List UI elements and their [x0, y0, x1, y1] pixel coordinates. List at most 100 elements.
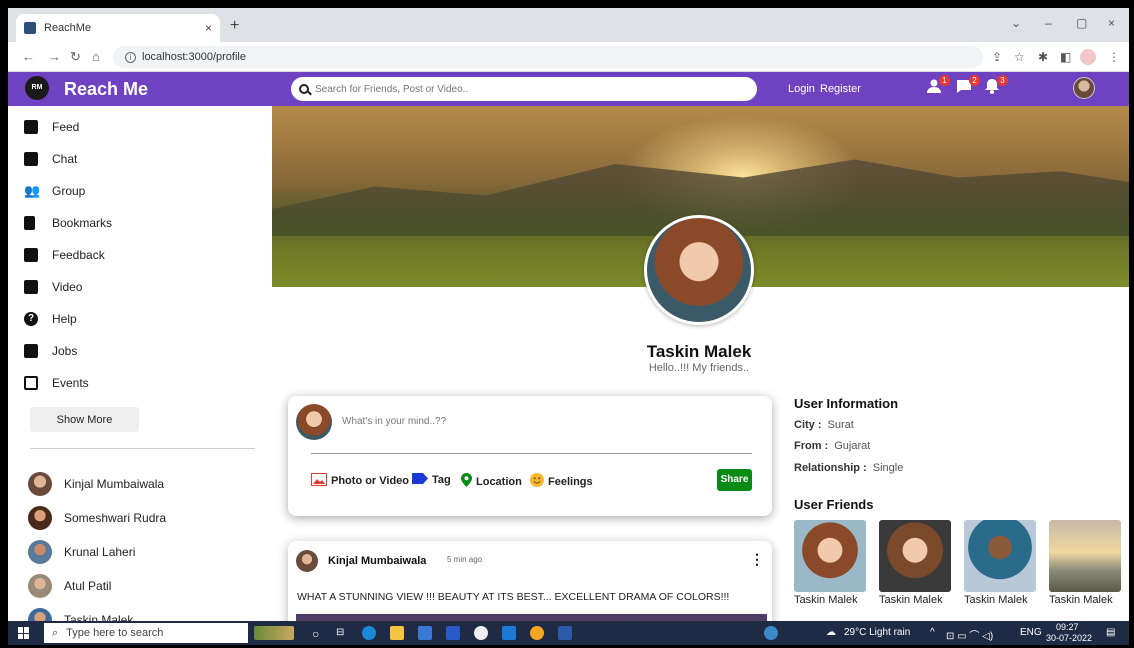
sidebar-item-label: Events [52, 376, 89, 390]
briefcase-icon [24, 344, 38, 358]
login-link[interactable]: Login [788, 83, 815, 95]
edge-icon[interactable] [362, 626, 376, 640]
profile-picture[interactable] [644, 215, 754, 325]
post-username[interactable]: Kinjal Mumbaiwala [328, 555, 426, 567]
clock-time[interactable]: 09:27 [1056, 622, 1079, 632]
friend-list-item[interactable]: Atul Patil [28, 574, 111, 598]
user-info-relationship: Relationship : Single [794, 462, 903, 474]
sidebar-item-help[interactable]: ? Help [24, 312, 77, 326]
news-widget-icon[interactable] [254, 626, 294, 640]
vscode-icon[interactable] [502, 626, 516, 640]
register-link[interactable]: Register [820, 83, 861, 95]
sidebar-item-feed[interactable]: Feed [24, 120, 79, 134]
feedback-icon [24, 248, 38, 262]
search-bar[interactable] [291, 77, 757, 101]
share-button[interactable]: Share [717, 469, 752, 491]
sidebar: Feed Chat 👥 Group Bookmarks Feedback Vid… [8, 106, 270, 621]
share-icon[interactable]: ⇪ [992, 50, 1002, 64]
profile-name: Taskin Malek [646, 342, 752, 361]
windows-start-icon[interactable] [18, 627, 30, 639]
window-maximize-button[interactable]: ▢ [1076, 16, 1087, 30]
help-icon: ? [24, 312, 38, 326]
friend-avatar [28, 540, 52, 564]
star-icon[interactable]: ☆ [1014, 50, 1025, 64]
tab-search-icon[interactable]: ⌄ [1011, 16, 1021, 30]
friend-list-item[interactable]: Kinjal Mumbaiwala [28, 472, 164, 496]
taskbar-search[interactable]: ⌕ Type here to search [44, 623, 248, 643]
tab-close-icon[interactable]: × [205, 21, 212, 35]
messages-badge: 2 [969, 75, 980, 86]
friend-request-icon[interactable]: 1 [926, 75, 950, 98]
reload-icon[interactable]: ↻ [70, 49, 81, 65]
post-text: WHAT A STUNNING VIEW !!! BEAUTY AT ITS B… [297, 591, 730, 603]
weather-text[interactable]: 29°C Light rain [844, 627, 910, 638]
sidebar-item-feedback[interactable]: Feedback [24, 248, 105, 262]
sidebar-item-chat[interactable]: Chat [24, 152, 77, 166]
show-more-button[interactable]: Show More [30, 407, 139, 432]
photo-video-option[interactable]: Photo or Video [311, 473, 409, 489]
user-friend-photo [879, 520, 951, 592]
notifications-badge: 3 [997, 75, 1008, 86]
share-input[interactable]: What's in your mind..?? [342, 416, 446, 427]
browser-tab[interactable]: ReachMe × [16, 14, 220, 42]
mail-icon[interactable] [418, 626, 432, 640]
location-option[interactable]: Location [461, 473, 522, 490]
messages-icon[interactable]: 2 [956, 75, 980, 98]
user-avatar[interactable] [1073, 77, 1095, 99]
search-input[interactable] [315, 83, 735, 95]
home-icon[interactable]: ⌂ [92, 49, 100, 64]
user-friend-card[interactable]: Taskin Malek [879, 520, 951, 606]
info-key: Relationship : [794, 462, 867, 474]
new-tab-button[interactable]: + [230, 17, 239, 35]
post-image[interactable] [296, 614, 767, 621]
info-key: City : [794, 419, 822, 431]
clock-date[interactable]: 30-07-2022 [1046, 633, 1092, 643]
friend-list-item[interactable]: Krunal Laheri [28, 540, 135, 564]
sidebar-item-events[interactable]: Events [24, 376, 89, 390]
notification-center-icon[interactable]: ▤ [1106, 627, 1115, 638]
profile-main: Taskin Malek Hello..!!! My friends.. Wha… [272, 106, 1129, 621]
file-explorer-icon[interactable] [390, 626, 404, 640]
sidebar-item-bookmarks[interactable]: Bookmarks [24, 216, 112, 230]
notifications-icon[interactable]: 3 [984, 75, 1008, 98]
friend-list-item[interactable]: Someshwari Rudra [28, 506, 166, 530]
post-avatar[interactable] [296, 550, 318, 572]
window-close-button[interactable]: × [1108, 16, 1115, 30]
tray-icons[interactable]: ⊡ ▭ ⌒ ◁) [946, 627, 993, 642]
sidebar-item-jobs[interactable]: Jobs [24, 344, 77, 358]
github-icon[interactable] [474, 626, 488, 640]
user-friend-card[interactable]: Taskin Malek [794, 520, 866, 606]
window-minimize-button[interactable]: – [1045, 16, 1052, 30]
tray-app-icon[interactable] [764, 626, 778, 640]
task-view-icon[interactable]: ⊟ [336, 627, 344, 638]
sidebar-item-label: Help [52, 312, 77, 326]
app-logo-icon[interactable]: RM [25, 76, 49, 100]
chrome-icon[interactable] [530, 626, 544, 640]
sidebar-item-label: Jobs [52, 344, 78, 358]
store-icon[interactable] [446, 626, 460, 640]
cortana-icon[interactable]: ○ [312, 627, 319, 641]
word-icon[interactable] [558, 626, 572, 640]
sidebar-item-video[interactable]: Video [24, 280, 82, 294]
tray-chevron-icon[interactable]: ^ [930, 627, 935, 638]
weather-icon[interactable]: ☁ [826, 627, 836, 638]
side-panel-icon[interactable]: ◧ [1060, 50, 1071, 64]
sidebar-item-group[interactable]: 👥 Group [24, 184, 85, 199]
browser-profile-avatar[interactable] [1080, 49, 1096, 65]
language-indicator[interactable]: ENG [1020, 627, 1042, 638]
tag-option[interactable]: Tag [412, 473, 451, 487]
extensions-icon[interactable]: ✱ [1038, 50, 1048, 64]
post-more-icon[interactable]: ⋮ [750, 551, 764, 568]
friend-list-item[interactable]: Taskin Malek [28, 608, 133, 621]
feelings-option[interactable]: Feelings [530, 473, 593, 490]
user-friend-card[interactable]: Taskin Malek [1049, 520, 1121, 606]
chat-icon [24, 152, 38, 166]
browser-menu-icon[interactable]: ⋮ [1108, 50, 1120, 64]
back-arrow-icon[interactable]: ← [22, 49, 35, 64]
address-bar[interactable]: i localhost:3000/profile [113, 46, 983, 68]
site-info-icon[interactable]: i [125, 51, 136, 63]
forward-arrow-icon[interactable]: → [48, 49, 61, 64]
app-title[interactable]: Reach Me [64, 79, 148, 100]
share-avatar [296, 404, 332, 440]
user-friend-card[interactable]: Taskin Malek [964, 520, 1036, 606]
